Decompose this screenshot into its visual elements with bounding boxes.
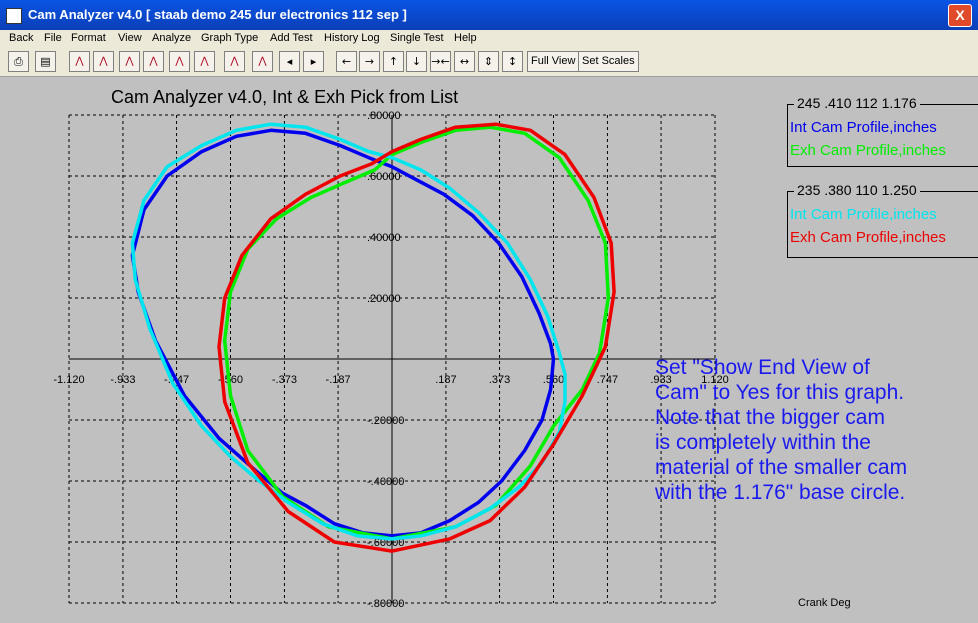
- y-tick-label: -.20000: [367, 415, 404, 427]
- graph-icon[interactable]: ⋀: [224, 51, 245, 72]
- legend-box-2: 235 .380 110 1.250 Int Cam Profile,inche…: [787, 182, 978, 258]
- legend-entry: Exh Cam Profile,inches: [790, 229, 946, 246]
- graph-icon[interactable]: ⋀: [252, 51, 273, 72]
- legend-title: 235 .380 110 1.250: [794, 182, 920, 198]
- save-icon[interactable]: ▤: [35, 51, 56, 72]
- annotation-note: Set "Show End View of Cam" to Yes for th…: [655, 356, 908, 504]
- x-tick-label: -.373: [272, 374, 297, 386]
- series-line: [130, 122, 567, 541]
- x-tick-label: .747: [597, 374, 618, 386]
- legend-entry: Int Cam Profile,inches: [790, 206, 937, 223]
- full-view-button[interactable]: Full View: [527, 51, 580, 72]
- legend-entry: Exh Cam Profile,inches: [790, 142, 946, 159]
- legend-entry: Int Cam Profile,inches: [790, 119, 937, 136]
- expand-vertical-icon[interactable]: ↕: [502, 51, 523, 72]
- arrow-up-icon[interactable]: ↑: [383, 51, 404, 72]
- graph-icon[interactable]: ⋀: [169, 51, 190, 72]
- arrow-right-icon[interactable]: ▸: [303, 51, 324, 72]
- y-tick-label: .80000: [367, 110, 401, 122]
- window-title: Cam Analyzer v4.0 [ staab demo 245 dur e…: [28, 7, 407, 22]
- toolbar: ⎙ ▤ ⋀ ⋀ ⋀ ⋀ ⋀ ⋀ ⋀ ⋀ ◂ ▸ ← → ↑ ↓ →← ↔ ⇕ ↕ Full View Set Scales: [0, 48, 978, 77]
- menu-graph-type[interactable]: Graph Type: [201, 32, 258, 44]
- legend-box-1: 245 .410 112 1.176 Int Cam Profile,inche…: [787, 95, 978, 167]
- menu-file[interactable]: File: [44, 32, 62, 44]
- y-tick-label: .20000: [367, 293, 401, 305]
- x-tick-label: -.187: [326, 374, 351, 386]
- y-tick-label: -.40000: [367, 476, 404, 488]
- menu-history-log[interactable]: History Log: [324, 32, 380, 44]
- series-line: [130, 128, 556, 538]
- x-axis-label: Crank Deg: [798, 597, 851, 609]
- x-tick-label: .187: [435, 374, 456, 386]
- graph-area: -1.120 -.933 -.747 -.560 -.373 -.187.187.373.…: [0, 77, 978, 623]
- print-icon[interactable]: ⎙: [8, 51, 29, 72]
- expand-horizontal-icon[interactable]: ↔: [454, 51, 475, 72]
- set-scales-button[interactable]: Set Scales: [578, 51, 639, 72]
- title-bar: Cam Analyzer v4.0 [ staab demo 245 dur e…: [0, 0, 978, 30]
- arrow-right-icon[interactable]: →: [359, 51, 380, 72]
- graph-title: Cam Analyzer v4.0, Int & Exh Pick from L…: [111, 87, 459, 107]
- menu-single-test[interactable]: Single Test: [390, 32, 444, 44]
- menu-view[interactable]: View: [118, 32, 142, 44]
- app-icon: [6, 8, 22, 24]
- graph-icon[interactable]: ⋀: [93, 51, 114, 72]
- menu-add-test[interactable]: Add Test: [270, 32, 313, 44]
- arrow-left-icon[interactable]: ←: [336, 51, 357, 72]
- compress-horizontal-icon[interactable]: →←: [430, 51, 451, 72]
- menu-analyze[interactable]: Analyze: [152, 32, 191, 44]
- menu-bar: Back File Format View Analyze Graph Type Add T…: [0, 30, 978, 48]
- y-tick-label: .40000: [367, 232, 401, 244]
- arrow-left-icon[interactable]: ◂: [279, 51, 300, 72]
- y-tick-label: -.80000: [367, 598, 404, 610]
- graph-icon[interactable]: ⋀: [143, 51, 164, 72]
- x-tick-label: -.933: [110, 374, 135, 386]
- legend-title: 245 .410 112 1.176: [794, 95, 920, 111]
- graph-icon[interactable]: ⋀: [119, 51, 140, 72]
- menu-help[interactable]: Help: [454, 32, 477, 44]
- close-button[interactable]: X: [948, 4, 972, 27]
- compress-vertical-icon[interactable]: ⇕: [478, 51, 499, 72]
- menu-format[interactable]: Format: [71, 32, 106, 44]
- arrow-down-icon[interactable]: ↓: [406, 51, 427, 72]
- graph-icon[interactable]: ⋀: [194, 51, 215, 72]
- x-tick-label: .373: [489, 374, 510, 386]
- series-line: [222, 125, 611, 541]
- x-tick-label: -1.120: [53, 374, 84, 386]
- graph-icon[interactable]: ⋀: [69, 51, 90, 72]
- menu-back[interactable]: Back: [9, 32, 33, 44]
